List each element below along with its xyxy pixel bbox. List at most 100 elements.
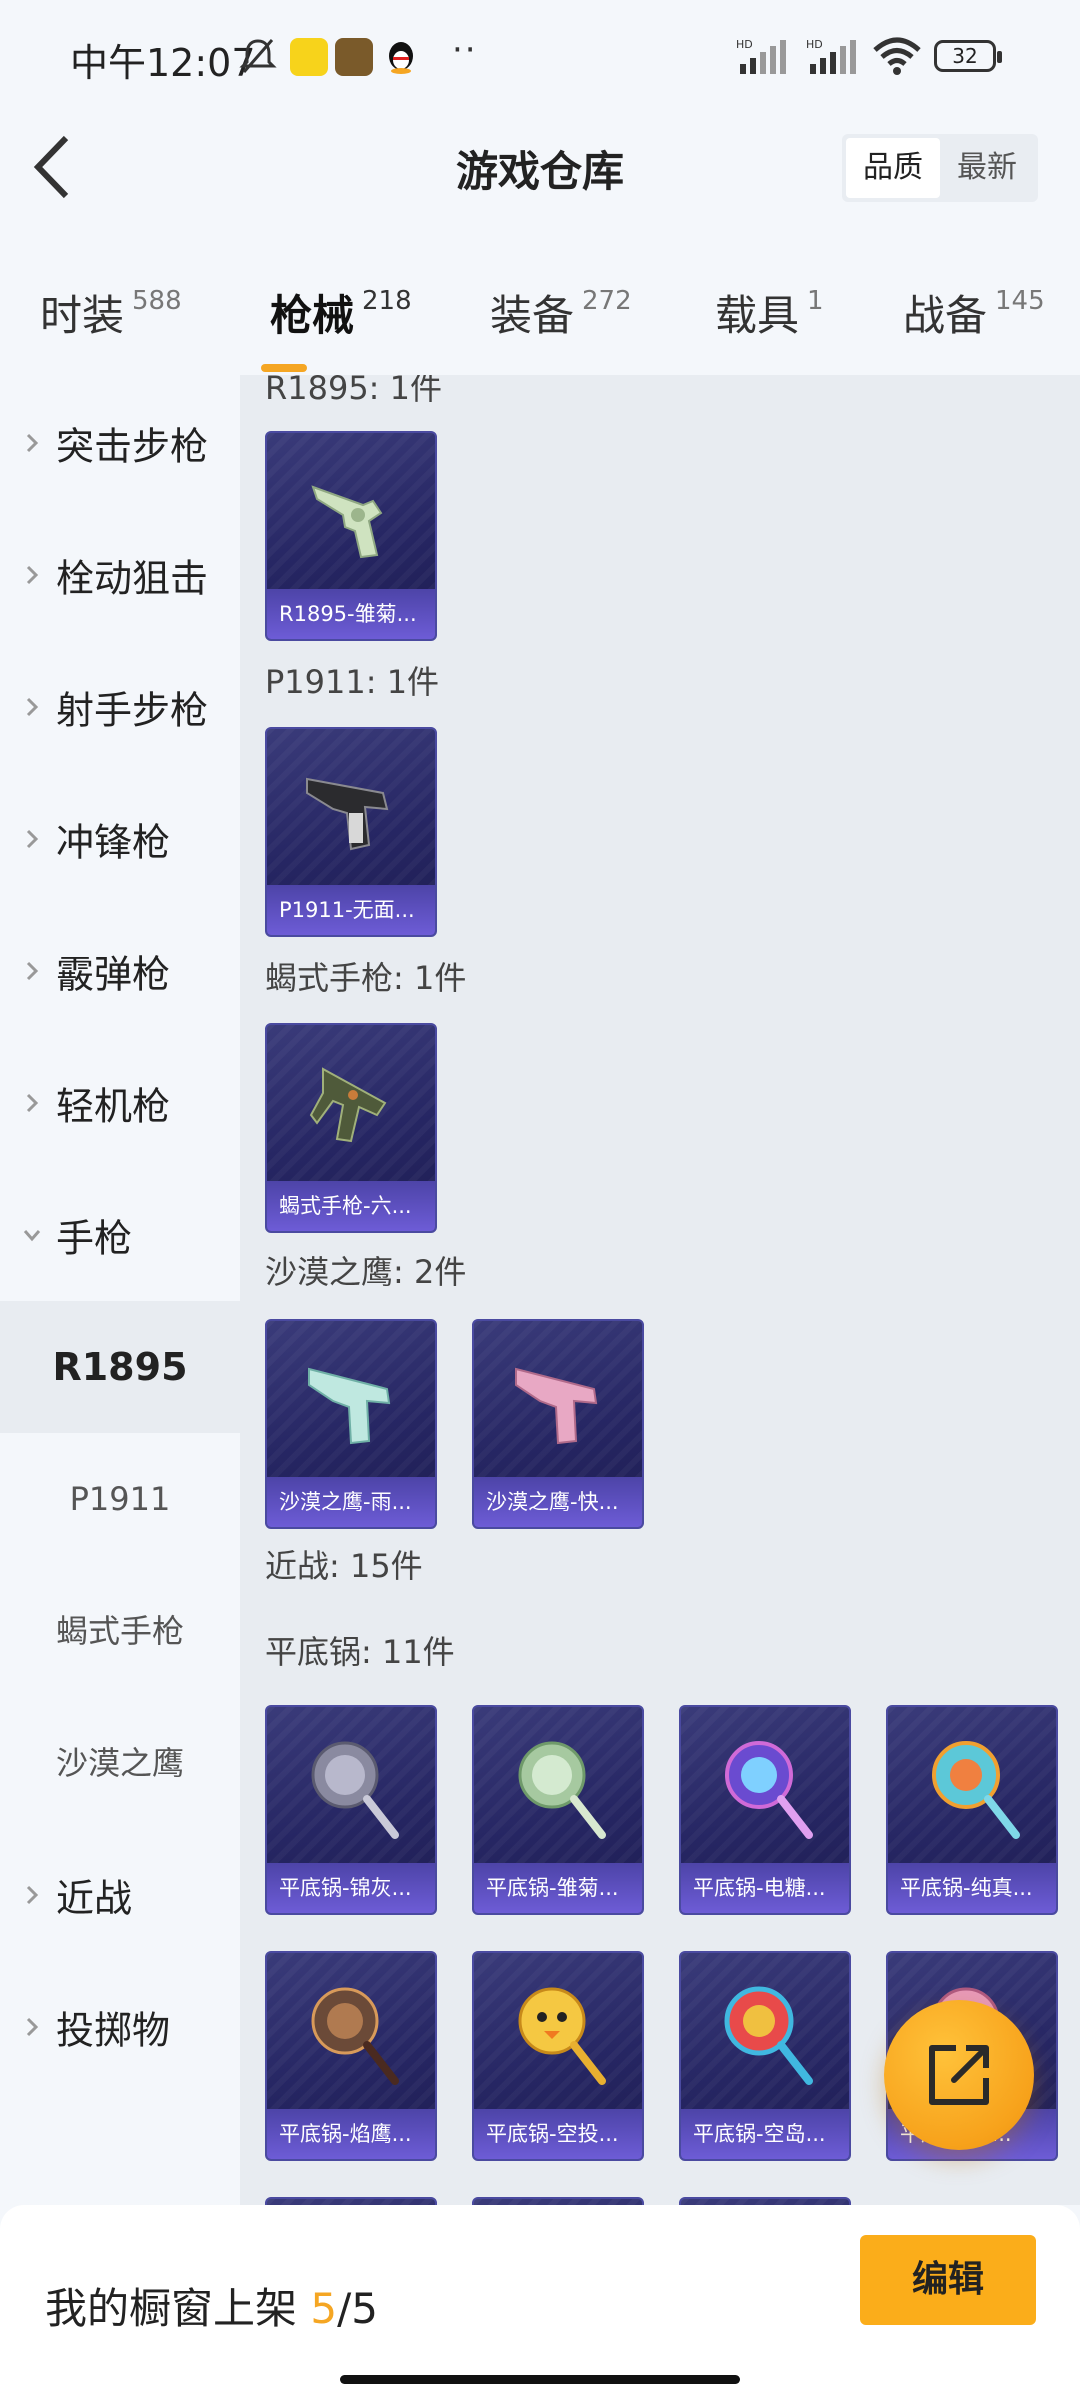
item-card[interactable]: 平底锅-焰鹰... — [265, 1951, 437, 2161]
sidebar-item-throwables[interactable]: 投掷物 — [0, 1961, 240, 2093]
active-tab-indicator — [260, 364, 307, 372]
sidebar-item-label: 霰弹枪 — [56, 952, 171, 997]
sidebar-item-label: 栓动狙击 — [56, 556, 209, 601]
item-card[interactable]: R1895-雏菊... — [265, 431, 437, 641]
item-card[interactable]: 平底锅-空岛... — [679, 1951, 851, 2161]
tab-vehicles[interactable]: 载具 1 — [715, 282, 824, 343]
signal-strength-icon: HD — [736, 38, 786, 74]
category-tabs: 时装 588 枪械 218 装备 272 载具 1 战备 145 — [0, 262, 1080, 372]
battery-icon: 32 — [934, 40, 1002, 72]
item-card[interactable]: 平底锅-空投... — [472, 1951, 644, 2161]
item-name: 平底锅-焰鹰... — [267, 2109, 435, 2159]
item-card[interactable] — [472, 2197, 644, 2205]
item-card[interactable] — [679, 2197, 851, 2205]
group-label-melee: 近战: 15件 — [265, 1547, 423, 1585]
item-name: 沙漠之鹰-雨... — [267, 1477, 435, 1527]
item-name: 平底锅-空投... — [474, 2109, 642, 2159]
sidebar-item-assault-rifle[interactable]: 突击步枪 — [0, 377, 240, 509]
edit-button[interactable]: 编辑 — [860, 2235, 1036, 2325]
signal-strength-2-icon: HD — [806, 38, 856, 74]
sidebar-item-melee[interactable]: 近战 — [0, 1829, 240, 1961]
sidebar-subitem-r1895[interactable]: R1895 — [0, 1301, 240, 1433]
showcase-status: 我的橱窗上架 5/5 — [45, 2275, 378, 2336]
tab-fashion[interactable]: 时装 588 — [40, 282, 182, 343]
tab-label: 战备 — [903, 291, 988, 340]
smg-pistol-icon — [309, 1067, 387, 1143]
chevron-right-icon — [26, 1885, 39, 1905]
status-time: 中午12:07 — [70, 41, 256, 85]
item-name: 平底锅-空岛... — [681, 2109, 849, 2159]
tab-label: 装备 — [490, 291, 575, 340]
chevron-down-icon — [23, 1230, 41, 1242]
tab-combat-supplies[interactable]: 战备 145 — [903, 282, 1045, 343]
group-label-desert-eagle: 沙漠之鹰: 2件 — [265, 1253, 467, 1291]
group-label-p1911: P1911: 1件 — [265, 663, 440, 701]
frying-pan-icon — [311, 1741, 399, 1839]
chevron-right-icon — [26, 433, 39, 453]
sidebar-item-label: 突击步枪 — [56, 424, 209, 469]
qq-penguin-icon — [389, 42, 413, 74]
sidebar-item-label: 轻机枪 — [56, 1084, 171, 1129]
item-name: P1911-无面... — [267, 885, 435, 935]
sidebar-item-shotgun[interactable]: 霰弹枪 — [0, 905, 240, 1037]
frying-pan-icon — [725, 1741, 813, 1839]
item-card[interactable]: 沙漠之鹰-雨... — [265, 1319, 437, 1529]
tab-label: 时装 — [40, 291, 125, 340]
mute-bell-icon — [239, 39, 277, 73]
sidebar-subitem-desert-eagle[interactable]: 沙漠之鹰 — [0, 1697, 240, 1829]
sidebar-subitem-p1911[interactable]: P1911 — [0, 1433, 240, 1565]
tab-label: 载具 — [715, 291, 800, 340]
item-card[interactable]: 平底锅-电糖... — [679, 1705, 851, 1915]
tab-guns[interactable]: 枪械 218 — [260, 282, 412, 372]
more-notifications-icon: ·· — [452, 30, 478, 70]
header: 游戏仓库 品质 最新 — [0, 110, 1080, 230]
sidebar-item-label: 近战 — [56, 1876, 133, 1921]
tab-equipment[interactable]: 装备 272 — [490, 282, 632, 343]
chevron-right-icon — [26, 1093, 39, 1113]
chevron-right-icon — [26, 2017, 39, 2037]
svg-text:HD: HD — [736, 38, 753, 51]
item-card[interactable] — [265, 2197, 437, 2205]
item-card[interactable]: 沙漠之鹰-快... — [472, 1319, 644, 1529]
share-external-icon — [929, 2045, 989, 2105]
tab-count: 272 — [582, 286, 632, 316]
home-indicator[interactable] — [340, 2375, 740, 2384]
revolver-icon — [311, 485, 383, 559]
share-fab-button[interactable] — [884, 2000, 1034, 2150]
item-card[interactable]: 蝎式手枪-六... — [265, 1023, 437, 1233]
app-root: 中午12:07 ·· HD HD 32 游戏仓库 品质 最新 时装 588 枪械… — [0, 0, 1080, 2400]
group-label-pan: 平底锅: 11件 — [265, 1633, 455, 1671]
sidebar-item-bolt-sniper[interactable]: 栓动狙击 — [0, 509, 240, 641]
pistol-icon — [306, 777, 389, 851]
showcase-label: 我的橱窗上架 — [45, 2284, 298, 2333]
item-card[interactable]: P1911-无面... — [265, 727, 437, 937]
bottom-bar: 我的橱窗上架 5/5 编辑 — [0, 2205, 1080, 2400]
chevron-right-icon — [26, 829, 39, 849]
sidebar-item-marksman-rifle[interactable]: 射手步枪 — [0, 641, 240, 773]
item-name: R1895-雏菊... — [267, 589, 435, 639]
item-name: 平底锅-电糖... — [681, 1863, 849, 1913]
sidebar-item-label: 手枪 — [56, 1216, 133, 1261]
sort-toggle: 品质 最新 — [842, 134, 1038, 202]
frying-pan-icon — [311, 1987, 399, 2085]
frying-pan-icon — [518, 1987, 606, 2085]
sidebar-item-label: 射手步枪 — [56, 688, 209, 733]
sort-latest-button[interactable]: 最新 — [940, 138, 1034, 198]
tab-count: 145 — [995, 286, 1045, 316]
sidebar-subitem-scorpion[interactable]: 蝎式手枪 — [0, 1565, 240, 1697]
sidebar-item-label: 冲锋枪 — [56, 820, 171, 865]
sidebar-item-lmg[interactable]: 轻机枪 — [0, 1037, 240, 1169]
item-card[interactable]: 平底锅-雏菊... — [472, 1705, 644, 1915]
tab-count: 218 — [362, 286, 412, 316]
sidebar-item-smg[interactable]: 冲锋枪 — [0, 773, 240, 905]
sort-quality-button[interactable]: 品质 — [846, 138, 940, 198]
frying-pan-icon — [724, 1986, 813, 2085]
tab-count: 1 — [807, 286, 824, 316]
svg-text:HD: HD — [806, 38, 823, 51]
sidebar-item-pistol[interactable]: 手枪 — [0, 1169, 240, 1301]
item-name: 平底锅-锦灰... — [267, 1863, 435, 1913]
item-card[interactable]: 平底锅-锦灰... — [265, 1705, 437, 1915]
item-card[interactable]: 平底锅-纯真... — [886, 1705, 1058, 1915]
item-name: 蝎式手枪-六... — [267, 1181, 435, 1231]
tab-count: 588 — [132, 286, 182, 316]
